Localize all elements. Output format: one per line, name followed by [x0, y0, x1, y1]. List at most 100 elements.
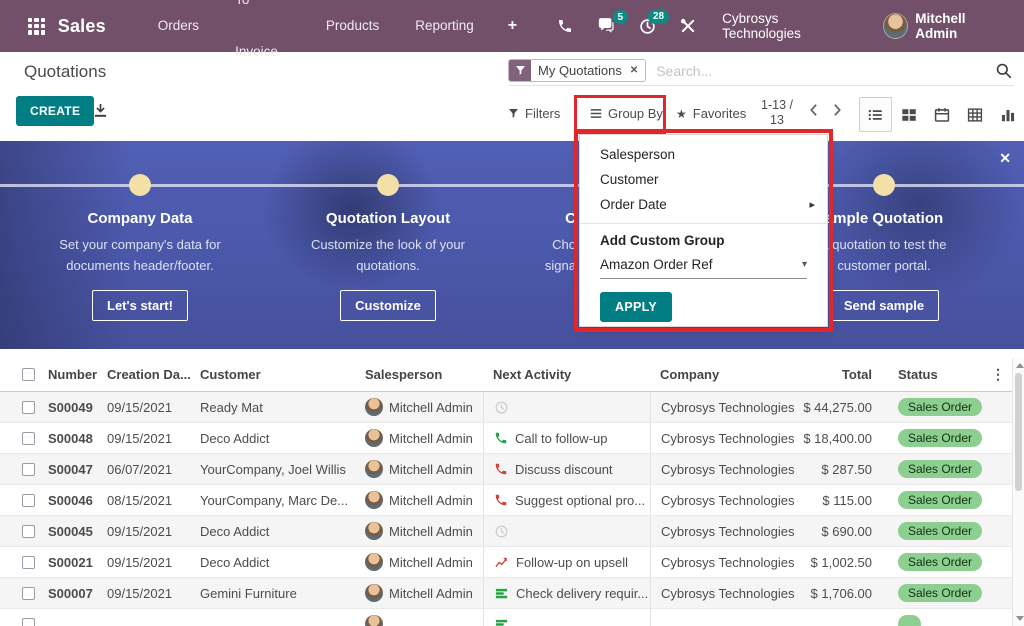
- onboarding-step-company-data: Company Data Set your company's data for…: [15, 210, 265, 321]
- table-row[interactable]: S00049 09/15/2021 Ready Mat Mitchell Adm…: [0, 392, 1012, 423]
- tasks-icon[interactable]: [494, 617, 509, 626]
- activities-clock-icon[interactable]: 28: [639, 18, 656, 35]
- groupby-option-salesperson[interactable]: Salesperson: [580, 142, 827, 167]
- lets-start-button[interactable]: Let's start!: [92, 290, 188, 321]
- filters-button[interactable]: Filters: [508, 106, 560, 121]
- search-bar: My Quotations ✕: [508, 56, 1014, 86]
- header-next-activity[interactable]: Next Activity: [483, 358, 650, 391]
- row-checkbox[interactable]: [22, 556, 35, 569]
- star-icon: ★: [676, 107, 687, 121]
- apps-menu-icon[interactable]: [28, 18, 45, 35]
- upsell-chart-icon[interactable]: [494, 555, 509, 570]
- pager-prev-icon[interactable]: [808, 103, 819, 117]
- menu-orders[interactable]: Orders: [140, 0, 217, 52]
- optional-columns-icon[interactable]: ⋮: [991, 366, 1005, 383]
- custom-group-field-select[interactable]: Amazon Order Ref ▾: [600, 257, 807, 279]
- header-creation-date[interactable]: Creation Da...: [107, 358, 200, 391]
- user-menu[interactable]: Mitchell Admin: [883, 11, 1008, 41]
- group-by-button[interactable]: Group By: [590, 106, 663, 121]
- menu-reporting[interactable]: Reporting: [397, 0, 492, 52]
- pivot-view-button[interactable]: [958, 97, 991, 132]
- user-avatar: [883, 13, 908, 39]
- groupby-option-order-date[interactable]: Order Date ▸: [580, 192, 827, 217]
- header-company[interactable]: Company: [650, 358, 796, 391]
- tools-icon[interactable]: [680, 18, 696, 34]
- apply-button[interactable]: APPLY: [600, 292, 672, 322]
- row-checkbox[interactable]: [22, 494, 35, 507]
- customize-button[interactable]: Customize: [340, 290, 436, 321]
- page-title: Quotations: [24, 62, 106, 82]
- activities-count-badge: 28: [648, 10, 669, 24]
- scroll-down-arrow[interactable]: [1016, 616, 1024, 621]
- scroll-up-arrow[interactable]: [1016, 363, 1024, 368]
- header-customer[interactable]: Customer: [200, 358, 365, 391]
- salesperson-avatar: [365, 491, 383, 509]
- systray: 5 28 Cybrosys Technologies Mitchell Admi…: [533, 11, 1024, 41]
- header-number[interactable]: Number: [48, 358, 107, 391]
- phone-icon[interactable]: [494, 431, 508, 445]
- groupby-option-customer[interactable]: Customer: [580, 167, 827, 192]
- status-badge: Sales Order: [898, 522, 982, 540]
- table-header-row: Number Creation Da... Customer Salespers…: [0, 358, 1012, 392]
- top-navbar: Sales Orders To Invoice Products Reporti…: [0, 0, 1024, 52]
- favorites-button[interactable]: ★ Favorites: [676, 106, 746, 121]
- table-row-partial[interactable]: [0, 609, 1012, 626]
- view-switcher: [859, 97, 1024, 132]
- create-button[interactable]: CREATE: [16, 96, 94, 126]
- table-row[interactable]: S00048 09/15/2021 Deco Addict Mitchell A…: [0, 423, 1012, 454]
- status-badge: [898, 615, 921, 626]
- kanban-view-button[interactable]: [892, 97, 925, 132]
- graph-view-button[interactable]: [991, 97, 1024, 132]
- header-status[interactable]: Status: [880, 358, 984, 391]
- pager-next-icon[interactable]: [832, 103, 843, 117]
- facet-remove-icon[interactable]: ✕: [629, 65, 645, 76]
- table-row[interactable]: S00045 09/15/2021 Deco Addict Mitchell A…: [0, 516, 1012, 547]
- clock-icon[interactable]: [494, 524, 509, 539]
- add-custom-group-label: Add Custom Group: [580, 230, 827, 254]
- header-total[interactable]: Total: [796, 358, 880, 391]
- step-title: Company Data: [15, 210, 265, 227]
- salesperson-avatar: [365, 584, 383, 602]
- menu-to-invoice[interactable]: To Invoice: [217, 0, 308, 78]
- scrollbar-thumb[interactable]: [1015, 373, 1022, 491]
- search-icon[interactable]: [995, 62, 1012, 79]
- send-sample-button[interactable]: Send sample: [829, 290, 939, 321]
- table-row[interactable]: S00047 06/07/2021 YourCompany, Joel Will…: [0, 454, 1012, 485]
- phone-icon[interactable]: [494, 493, 508, 507]
- row-checkbox[interactable]: [22, 587, 35, 600]
- calendar-view-button[interactable]: [925, 97, 958, 132]
- row-checkbox[interactable]: [22, 401, 35, 414]
- pager-total: 13: [753, 113, 801, 128]
- header-salesperson[interactable]: Salesperson: [365, 358, 483, 391]
- quotations-list: Number Creation Da... Customer Salespers…: [0, 358, 1012, 626]
- plus-menu-icon[interactable]: +: [492, 17, 533, 35]
- salesperson-avatar: [365, 615, 383, 626]
- row-checkbox[interactable]: [22, 432, 35, 445]
- messages-icon[interactable]: 5: [597, 18, 615, 34]
- control-panel-row: CREATE Filters Group By ★ Favorites 1-13…: [0, 90, 1024, 140]
- row-checkbox[interactable]: [22, 463, 35, 476]
- table-row[interactable]: S00046 08/15/2021 YourCompany, Marc De..…: [0, 485, 1012, 516]
- select-all-checkbox[interactable]: [22, 368, 35, 381]
- company-switcher[interactable]: Cybrosys Technologies: [722, 11, 857, 41]
- row-checkbox[interactable]: [22, 525, 35, 538]
- row-checkbox[interactable]: [22, 618, 35, 626]
- phone-icon[interactable]: [494, 462, 508, 476]
- phone-systray-icon[interactable]: [557, 18, 573, 34]
- banner-close-icon[interactable]: ✕: [999, 150, 1011, 167]
- onboarding-step-partially-hidden: C Cho signa: [456, 210, 576, 276]
- table-row[interactable]: S00007 09/15/2021 Gemini Furniture Mitch…: [0, 578, 1012, 609]
- export-download-icon[interactable]: [93, 103, 108, 118]
- list-scrollbar[interactable]: [1012, 358, 1024, 626]
- app-name[interactable]: Sales: [58, 16, 106, 37]
- onboarding-banner: Company Data Set your company's data for…: [0, 141, 1024, 349]
- list-view-button[interactable]: [859, 97, 892, 132]
- tasks-icon[interactable]: [494, 586, 509, 601]
- dropdown-divider: [580, 223, 827, 224]
- search-input[interactable]: [656, 63, 995, 79]
- table-row[interactable]: S00021 09/15/2021 Deco Addict Mitchell A…: [0, 547, 1012, 578]
- step-dot-4: [873, 174, 895, 196]
- salesperson-avatar: [365, 460, 383, 478]
- menu-products[interactable]: Products: [308, 0, 397, 52]
- clock-icon[interactable]: [494, 400, 509, 415]
